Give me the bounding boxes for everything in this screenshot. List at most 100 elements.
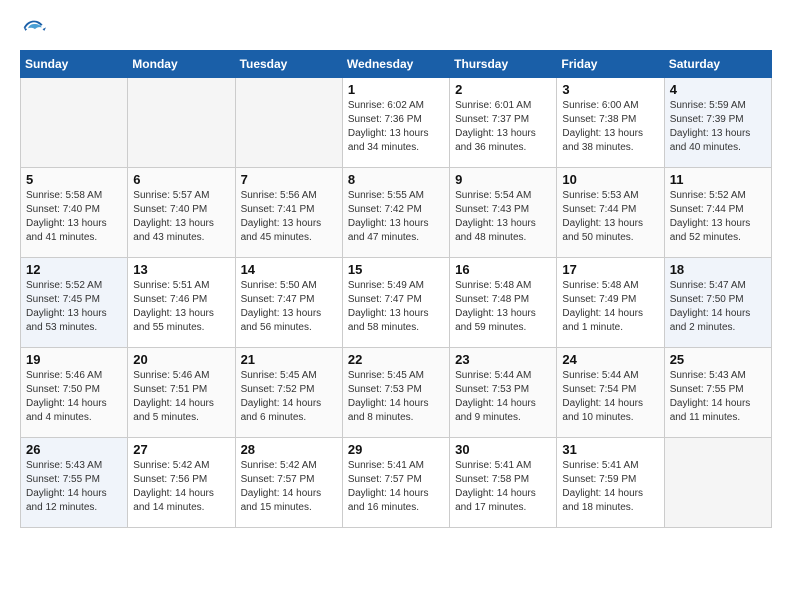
logo: [20, 20, 46, 40]
day-number: 5: [26, 172, 122, 187]
calendar-week-row: 19 Sunrise: 5:46 AM Sunset: 7:50 PM Dayli…: [21, 348, 772, 438]
calendar-cell: 25 Sunrise: 5:43 AM Sunset: 7:55 PM Dayli…: [664, 348, 771, 438]
weekday-header-thursday: Thursday: [450, 51, 557, 78]
day-number: 3: [562, 82, 658, 97]
day-info: Sunrise: 5:42 AM Sunset: 7:57 PM Dayligh…: [241, 459, 337, 515]
day-info: Sunrise: 5:52 AM Sunset: 7:44 PM Dayligh…: [670, 189, 766, 245]
day-info: Sunrise: 5:46 AM Sunset: 7:51 PM Dayligh…: [133, 369, 229, 425]
weekday-header-wednesday: Wednesday: [342, 51, 449, 78]
day-number: 17: [562, 262, 658, 277]
day-number: 28: [241, 442, 337, 457]
day-number: 1: [348, 82, 444, 97]
calendar-cell: 9Sunrise: 5:54 AM Sunset: 7:43 PM Daylig…: [450, 168, 557, 258]
day-number: 14: [241, 262, 337, 277]
calendar-cell: 12 Sunrise: 5:52 AM Sunset: 7:45 PM Dayli…: [21, 258, 128, 348]
calendar-cell: 21 Sunrise: 5:45 AM Sunset: 7:52 PM Dayli…: [235, 348, 342, 438]
calendar-cell: 5 Sunrise: 5:58 AM Sunset: 7:40 PM Daylig…: [21, 168, 128, 258]
day-number: 18: [670, 262, 766, 277]
day-info: Sunrise: 5:43 AM Sunset: 7:55 PM Dayligh…: [26, 459, 122, 515]
day-info: Sunrise: 5:59 AM Sunset: 7:39 PM Dayligh…: [670, 99, 766, 155]
day-info: Sunrise: 5:44 AM Sunset: 7:53 PM Dayligh…: [455, 369, 551, 425]
day-info: Sunrise: 5:41 AM Sunset: 7:59 PM Dayligh…: [562, 459, 658, 515]
calendar-week-row: 5 Sunrise: 5:58 AM Sunset: 7:40 PM Daylig…: [21, 168, 772, 258]
day-number: 26: [26, 442, 122, 457]
calendar-cell: 24Sunrise: 5:44 AM Sunset: 7:54 PM Dayli…: [557, 348, 664, 438]
calendar-week-row: 26 Sunrise: 5:43 AM Sunset: 7:55 PM Dayli…: [21, 438, 772, 528]
calendar-cell: 2 Sunrise: 6:01 AM Sunset: 7:37 PM Daylig…: [450, 78, 557, 168]
calendar-cell: 19 Sunrise: 5:46 AM Sunset: 7:50 PM Dayli…: [21, 348, 128, 438]
day-number: 16: [455, 262, 551, 277]
calendar-cell: 23 Sunrise: 5:44 AM Sunset: 7:53 PM Dayli…: [450, 348, 557, 438]
calendar-cell: 4 Sunrise: 5:59 AM Sunset: 7:39 PM Daylig…: [664, 78, 771, 168]
day-number: 7: [241, 172, 337, 187]
calendar-cell: 13 Sunrise: 5:51 AM Sunset: 7:46 PM Dayli…: [128, 258, 235, 348]
calendar-cell: 14 Sunrise: 5:50 AM Sunset: 7:47 PM Dayli…: [235, 258, 342, 348]
day-number: 29: [348, 442, 444, 457]
day-info: Sunrise: 5:52 AM Sunset: 7:45 PM Dayligh…: [26, 279, 122, 335]
day-info: Sunrise: 5:45 AM Sunset: 7:53 PM Dayligh…: [348, 369, 444, 425]
calendar-week-row: 1 Sunrise: 6:02 AM Sunset: 7:36 PM Daylig…: [21, 78, 772, 168]
calendar-cell: 6 Sunrise: 5:57 AM Sunset: 7:40 PM Daylig…: [128, 168, 235, 258]
day-info: Sunrise: 5:41 AM Sunset: 7:57 PM Dayligh…: [348, 459, 444, 515]
day-info: Sunrise: 5:43 AM Sunset: 7:55 PM Dayligh…: [670, 369, 766, 425]
calendar-cell: 3 Sunrise: 6:00 AM Sunset: 7:38 PM Daylig…: [557, 78, 664, 168]
calendar-cell: 30 Sunrise: 5:41 AM Sunset: 7:58 PM Dayli…: [450, 438, 557, 528]
calendar-header-row: SundayMondayTuesdayWednesdayThursdayFrid…: [21, 51, 772, 78]
weekday-header-saturday: Saturday: [664, 51, 771, 78]
day-number: 2: [455, 82, 551, 97]
day-number: 6: [133, 172, 229, 187]
day-info: Sunrise: 5:49 AM Sunset: 7:47 PM Dayligh…: [348, 279, 444, 335]
day-info: Sunrise: 5:46 AM Sunset: 7:50 PM Dayligh…: [26, 369, 122, 425]
day-number: 4: [670, 82, 766, 97]
day-info: Sunrise: 5:53 AM Sunset: 7:44 PM Dayligh…: [562, 189, 658, 245]
day-number: 23: [455, 352, 551, 367]
day-info: Sunrise: 5:51 AM Sunset: 7:46 PM Dayligh…: [133, 279, 229, 335]
logo-bird-icon: [22, 20, 46, 40]
weekday-header-friday: Friday: [557, 51, 664, 78]
calendar-cell: 7 Sunrise: 5:56 AM Sunset: 7:41 PM Daylig…: [235, 168, 342, 258]
day-info: Sunrise: 5:58 AM Sunset: 7:40 PM Dayligh…: [26, 189, 122, 245]
day-info: Sunrise: 5:57 AM Sunset: 7:40 PM Dayligh…: [133, 189, 229, 245]
calendar-cell: 10 Sunrise: 5:53 AM Sunset: 7:44 PM Dayli…: [557, 168, 664, 258]
day-number: 24: [562, 352, 658, 367]
day-info: Sunrise: 5:42 AM Sunset: 7:56 PM Dayligh…: [133, 459, 229, 515]
page-header: [20, 20, 772, 40]
calendar-cell: 11 Sunrise: 5:52 AM Sunset: 7:44 PM Dayli…: [664, 168, 771, 258]
day-number: 10: [562, 172, 658, 187]
day-number: 19: [26, 352, 122, 367]
day-info: Sunrise: 5:55 AM Sunset: 7:42 PM Dayligh…: [348, 189, 444, 245]
calendar-cell: 17 Sunrise: 5:48 AM Sunset: 7:49 PM Dayli…: [557, 258, 664, 348]
day-number: 13: [133, 262, 229, 277]
day-number: 12: [26, 262, 122, 277]
calendar-body: 1 Sunrise: 6:02 AM Sunset: 7:36 PM Daylig…: [21, 78, 772, 528]
day-number: 11: [670, 172, 766, 187]
day-info: Sunrise: 5:48 AM Sunset: 7:49 PM Dayligh…: [562, 279, 658, 335]
calendar-cell: [664, 438, 771, 528]
day-info: Sunrise: 5:50 AM Sunset: 7:47 PM Dayligh…: [241, 279, 337, 335]
day-info: Sunrise: 5:54 AM Sunset: 7:43 PM Dayligh…: [455, 189, 551, 245]
day-info: Sunrise: 5:47 AM Sunset: 7:50 PM Dayligh…: [670, 279, 766, 335]
day-info: Sunrise: 5:56 AM Sunset: 7:41 PM Dayligh…: [241, 189, 337, 245]
calendar-cell: 27Sunrise: 5:42 AM Sunset: 7:56 PM Dayli…: [128, 438, 235, 528]
day-info: Sunrise: 6:00 AM Sunset: 7:38 PM Dayligh…: [562, 99, 658, 155]
day-info: Sunrise: 6:01 AM Sunset: 7:37 PM Dayligh…: [455, 99, 551, 155]
calendar-cell: [21, 78, 128, 168]
day-info: Sunrise: 6:02 AM Sunset: 7:36 PM Dayligh…: [348, 99, 444, 155]
day-number: 30: [455, 442, 551, 457]
calendar-cell: 31 Sunrise: 5:41 AM Sunset: 7:59 PM Dayli…: [557, 438, 664, 528]
calendar-cell: 29 Sunrise: 5:41 AM Sunset: 7:57 PM Dayli…: [342, 438, 449, 528]
calendar-cell: 8 Sunrise: 5:55 AM Sunset: 7:42 PM Daylig…: [342, 168, 449, 258]
day-info: Sunrise: 5:41 AM Sunset: 7:58 PM Dayligh…: [455, 459, 551, 515]
day-number: 8: [348, 172, 444, 187]
calendar-cell: 28 Sunrise: 5:42 AM Sunset: 7:57 PM Dayli…: [235, 438, 342, 528]
day-number: 25: [670, 352, 766, 367]
calendar-cell: 26 Sunrise: 5:43 AM Sunset: 7:55 PM Dayli…: [21, 438, 128, 528]
day-number: 31: [562, 442, 658, 457]
day-info: Sunrise: 5:48 AM Sunset: 7:48 PM Dayligh…: [455, 279, 551, 335]
weekday-header-sunday: Sunday: [21, 51, 128, 78]
day-info: Sunrise: 5:45 AM Sunset: 7:52 PM Dayligh…: [241, 369, 337, 425]
day-number: 21: [241, 352, 337, 367]
day-number: 22: [348, 352, 444, 367]
calendar-cell: 18 Sunrise: 5:47 AM Sunset: 7:50 PM Dayli…: [664, 258, 771, 348]
calendar-week-row: 12 Sunrise: 5:52 AM Sunset: 7:45 PM Dayli…: [21, 258, 772, 348]
